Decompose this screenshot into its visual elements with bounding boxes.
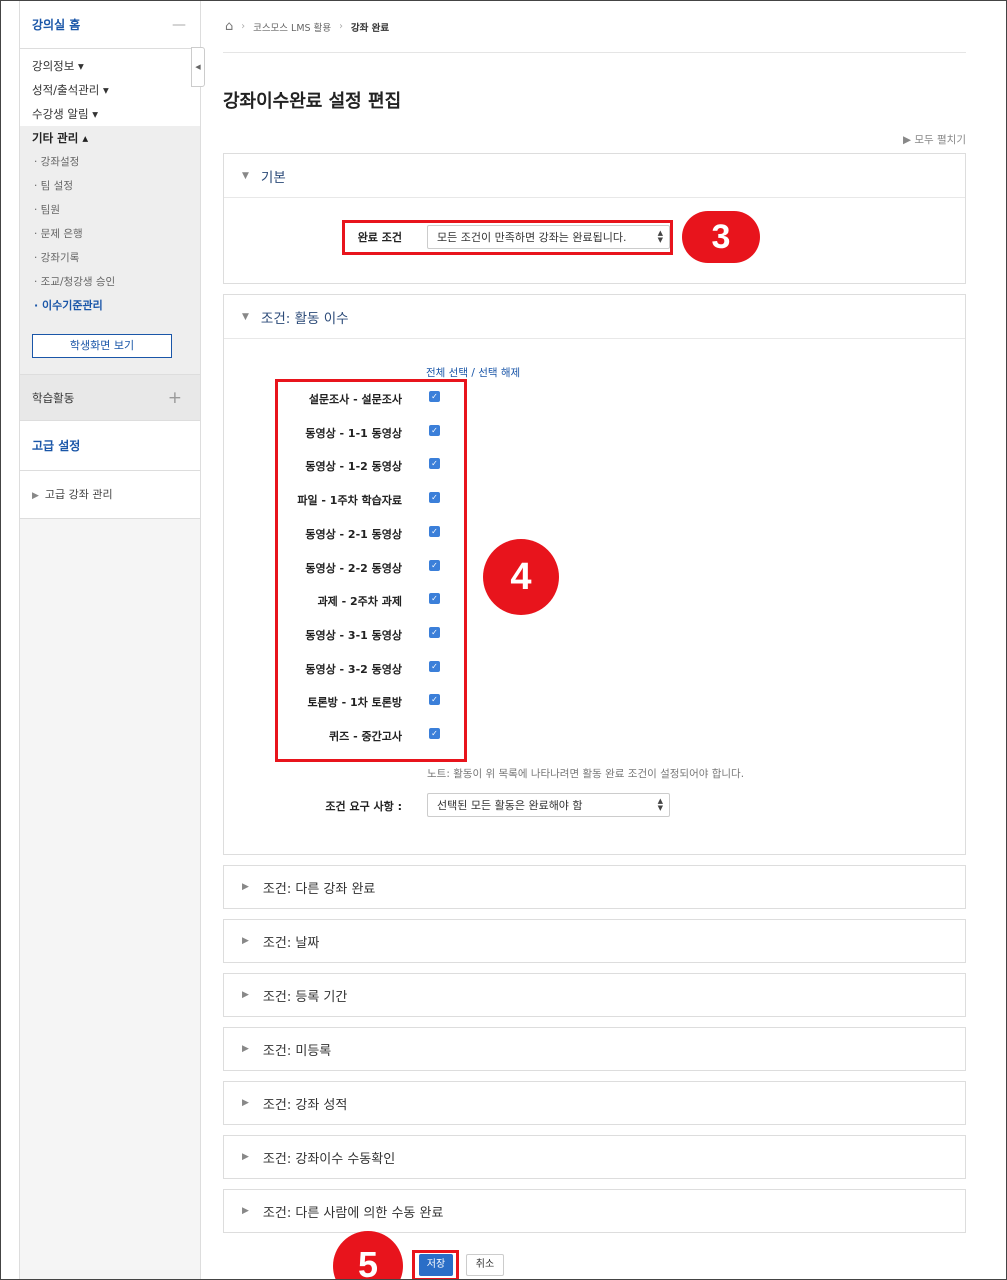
caret-right-icon: ▶ (242, 1044, 249, 1054)
page-title: 강좌이수완료 설정 편집 (223, 91, 402, 112)
caret-left-icon: ◀ (195, 63, 201, 71)
sidebar-item-notify[interactable]: 수강생 알림 ▾ (20, 102, 200, 126)
sidebar-subitem-team-settings[interactable]: · 팀 설정 (20, 174, 200, 198)
callout-badge-3: 3 (682, 211, 760, 263)
collapsed-section-title: 조건: 미등록 (262, 1043, 332, 1059)
collapsed-section[interactable]: ▶ 조건: 미등록 (223, 1027, 966, 1071)
caret-down-icon: ▼ (242, 311, 249, 322)
sidebar-learning-label: 학습활동 (32, 390, 75, 405)
plus-icon[interactable]: + (168, 388, 182, 408)
caret-right-icon: ▶ (32, 491, 39, 501)
select-arrows-icon: ▲ ▼ (657, 797, 663, 812)
callout-badge-5: 5 (333, 1231, 403, 1279)
breadcrumb: ⌂ › 코스모스 LMS 활용 › 강좌 완료 (223, 1, 966, 53)
requirement-select[interactable]: 선택된 모든 활동은 완료해야 함 ▲ ▼ (427, 793, 670, 817)
save-button[interactable]: 저장 (419, 1254, 453, 1276)
sidebar-advanced-mgmt-label: 고급 강좌 관리 (44, 488, 113, 501)
sidebar: 강의실 홈 — 강의정보 ▾ 성적/출석관리 ▾ 수강생 알림 ▾ 기타 관리 … (19, 1, 201, 1279)
callout-badge-4: 4 (483, 539, 559, 615)
sidebar-subitem-team-members[interactable]: · 팀원 (20, 198, 200, 222)
sidebar-advanced[interactable]: 고급 설정 (20, 421, 200, 471)
sidebar-subitem-ta-approval[interactable]: · 조교/청강생 승인 (20, 270, 200, 294)
collapsed-sections: ▶ 조건: 다른 강좌 완료 ▶ 조건: 날짜 ▶ 조건: 등록 기간 ▶ 조건: 미등록 ▶ 조… (223, 865, 966, 1233)
collapse-icon[interactable]: — (172, 17, 186, 33)
requirement-select-value: 선택된 모든 활동은 완료해야 함 (437, 799, 583, 812)
requirement-label: 조건 요구 사항 : (325, 800, 402, 813)
caret-right-icon: ▶ (242, 1098, 249, 1108)
sidebar-submenu: · 강좌설정 · 팀 설정 · 팀원 · 문제 은행 · 강좌기록 · 조교/청… (20, 150, 200, 324)
breadcrumb-item-lms[interactable]: 코스모스 LMS 활용 (253, 20, 331, 34)
caret-right-icon: ▶ (242, 882, 249, 892)
collapsed-section[interactable]: ▶ 조건: 강좌 성적 (223, 1081, 966, 1125)
breadcrumb-item-current: 강좌 완료 (350, 22, 390, 34)
student-view-button[interactable]: 학생화면 보기 (32, 334, 172, 358)
sidebar-item-course-info[interactable]: 강의정보 ▾ (20, 54, 200, 78)
collapsed-section-title: 조건: 등록 기간 (262, 989, 348, 1005)
collapsed-section[interactable]: ▶ 조건: 날짜 (223, 919, 966, 963)
sidebar-advanced-mgmt[interactable]: ▶ 고급 강좌 관리 (20, 471, 200, 519)
sidebar-home[interactable]: 강의실 홈 — (20, 1, 200, 49)
sidebar-subitem-course-settings[interactable]: · 강좌설정 (20, 150, 200, 174)
page-frame: 강의실 홈 — 강의정보 ▾ 성적/출석관리 ▾ 수강생 알림 ▾ 기타 관리 … (0, 0, 1007, 1280)
select-all-link[interactable]: 전체 선택 / 선택 해제 (426, 365, 520, 380)
collapsed-section[interactable]: ▶ 조건: 다른 사람에 의한 수동 완료 (223, 1189, 966, 1233)
section-activity-header[interactable]: ▼ 조건: 활동 이수 (224, 295, 965, 339)
collapsed-section-title: 조건: 강좌이수 수동확인 (262, 1151, 396, 1167)
activity-body: 전체 선택 / 선택 해제 설문조사 - 설문조사 ✓ 동영상 - 1-1 동영상 ✓… (224, 339, 965, 855)
sidebar-subitem-question-bank[interactable]: · 문제 은행 (20, 222, 200, 246)
section-activity: ▼ 조건: 활동 이수 전체 선택 / 선택 해제 설문조사 - 설문조사 ✓ 동영… (223, 294, 966, 855)
highlight-box-4 (275, 379, 467, 762)
collapsed-section-title: 조건: 다른 사람에 의한 수동 완료 (262, 1205, 444, 1221)
sidebar-home-label[interactable]: 강의실 홈 (32, 16, 80, 33)
sidebar-item-grades[interactable]: 성적/출석관리 ▾ (20, 78, 200, 102)
breadcrumb-separator-icon: › (241, 21, 246, 32)
collapsed-section-title: 조건: 다른 강좌 완료 (262, 881, 376, 897)
caret-right-icon: ▶ (242, 990, 249, 1000)
sidebar-subitem-course-log[interactable]: · 강좌기록 (20, 246, 200, 270)
collapsed-section-title: 조건: 날짜 (262, 935, 320, 951)
collapsed-section-title: 조건: 강좌 성적 (262, 1097, 348, 1113)
caret-right-icon: ▶ (242, 1206, 249, 1216)
sidebar-toggle[interactable]: ◀ (191, 47, 205, 87)
sidebar-menu: 강의정보 ▾ 성적/출석관리 ▾ 수강생 알림 ▾ 기타 관리 ▴ (20, 49, 200, 150)
sidebar-subitem-completion[interactable]: · 이수기준관리 (20, 294, 200, 318)
expand-all-link[interactable]: ▶ 모두 펼치기 (223, 131, 966, 149)
section-general: ▼ 기본 완료 조건 모든 조건이 만족하면 강좌는 완료됩니다. ▲ ▼ 3 (223, 153, 966, 284)
caret-right-icon: ▶ (242, 1152, 249, 1162)
cancel-button[interactable]: 취소 (466, 1254, 504, 1276)
highlight-box-3 (342, 220, 673, 255)
collapsed-section[interactable]: ▶ 조건: 다른 강좌 완료 (223, 865, 966, 909)
collapsed-section[interactable]: ▶ 조건: 강좌이수 수동확인 (223, 1135, 966, 1179)
activity-note: 노트: 활동이 위 목록에 나타나려면 활동 완료 조건이 설정되어야 합니다. (427, 768, 745, 780)
sidebar-learning[interactable]: 학습활동 + (20, 375, 200, 421)
breadcrumb-separator-icon: › (339, 21, 343, 32)
section-general-title: 기본 (260, 169, 286, 186)
main-content: ⌂ › 코스모스 LMS 활용 › 강좌 완료 강좌이수완료 설정 편집 ▶ 모… (223, 1, 966, 1279)
home-icon[interactable]: ⌂ (225, 20, 233, 33)
section-general-header[interactable]: ▼ 기본 (224, 154, 965, 198)
collapsed-section[interactable]: ▶ 조건: 등록 기간 (223, 973, 966, 1017)
sidebar-item-other-mgmt[interactable]: 기타 관리 ▴ (20, 126, 200, 150)
section-activity-title: 조건: 활동 이수 (260, 310, 349, 327)
form-buttons: 5 저장 취소 (223, 1231, 966, 1279)
caret-down-icon: ▼ (242, 170, 249, 181)
student-view-wrap: 학생화면 보기 (20, 324, 200, 375)
caret-right-icon: ▶ (242, 936, 249, 946)
completion-row: 완료 조건 모든 조건이 만족하면 강좌는 완료됩니다. ▲ ▼ 3 (224, 198, 965, 284)
